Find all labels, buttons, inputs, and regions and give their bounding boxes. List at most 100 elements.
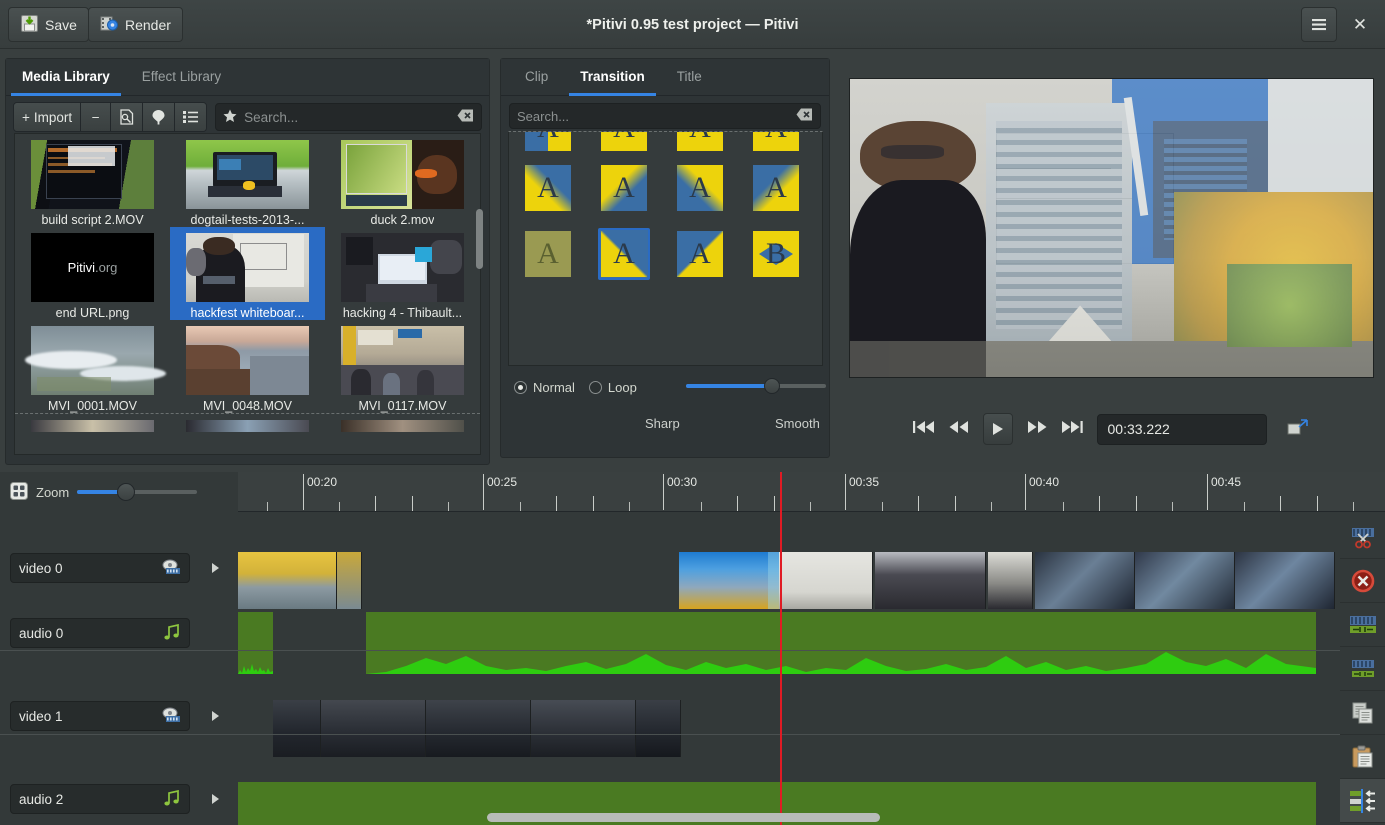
media-item[interactable]: duck 2.mov xyxy=(325,134,480,227)
transition-grid[interactable]: A A A A A A A xyxy=(508,131,823,366)
timeline-clip-video[interactable] xyxy=(779,552,873,609)
transition-row: A A A B xyxy=(509,228,822,280)
delete-clip-tool[interactable] xyxy=(1340,559,1385,603)
transition-item[interactable]: A xyxy=(522,162,574,214)
zoom-slider-thumb[interactable] xyxy=(117,483,135,501)
track-headers: video 0 audio 0 video 1 audio xyxy=(0,512,238,825)
slider-track xyxy=(686,384,826,388)
timeline-clip-audio[interactable] xyxy=(238,612,273,674)
tab-clip[interactable]: Clip xyxy=(509,59,564,96)
save-button[interactable]: Save xyxy=(8,7,89,42)
transition-item[interactable]: A xyxy=(674,228,726,280)
media-item[interactable]: build script 2.MOV xyxy=(15,134,170,227)
rewind-button[interactable] xyxy=(949,420,969,438)
transition-item[interactable]: A xyxy=(750,131,802,154)
remove-clip-button[interactable]: − xyxy=(81,103,111,131)
clear-icon[interactable] xyxy=(796,108,813,124)
transition-search-box[interactable] xyxy=(509,103,821,129)
media-item[interactable]: dogtail-tests-2013-... xyxy=(170,134,325,227)
media-item[interactable]: MVI_0001.MOV xyxy=(15,320,170,413)
transition-item[interactable]: A xyxy=(674,162,726,214)
list-view-button[interactable] xyxy=(175,103,206,131)
timeline-clip-video[interactable] xyxy=(988,552,1033,609)
tab-title[interactable]: Title xyxy=(661,59,718,96)
transition-item[interactable]: A xyxy=(598,162,650,214)
transition-item[interactable]: A xyxy=(598,131,650,154)
timeline-clip-video[interactable] xyxy=(273,700,681,757)
ruler-minor-tick xyxy=(593,496,594,511)
border-slider[interactable] xyxy=(686,384,826,388)
media-thumbnail xyxy=(31,420,154,432)
align-clips-tool[interactable] xyxy=(1340,779,1385,823)
media-row: build script 2.MOV dogtail-tests-2013-..… xyxy=(15,134,480,227)
playhead[interactable] xyxy=(780,472,782,825)
play-button[interactable] xyxy=(983,413,1013,445)
close-window-button[interactable]: ✕ xyxy=(1343,7,1377,42)
ungroup-clips-tool[interactable] xyxy=(1340,647,1385,691)
media-thumbnail xyxy=(31,140,154,209)
media-grid-scrollbar[interactable] xyxy=(476,209,483,269)
track-expander-video-0[interactable] xyxy=(212,563,219,573)
transition-search-input[interactable] xyxy=(517,109,796,124)
track-header-video-1[interactable]: video 1 xyxy=(10,701,190,731)
tab-effect-library[interactable]: Effect Library xyxy=(126,59,237,96)
transition-item-selected[interactable]: A xyxy=(598,228,650,280)
undock-viewer-icon xyxy=(1287,419,1309,435)
skip-to-start-button[interactable] xyxy=(913,420,935,438)
media-search-input[interactable] xyxy=(244,110,450,125)
media-search-box[interactable] xyxy=(215,103,482,131)
split-clip-tool[interactable] xyxy=(1340,515,1385,559)
media-item[interactable] xyxy=(15,414,170,432)
fast-forward-button[interactable] xyxy=(1027,420,1047,438)
media-item[interactable] xyxy=(325,414,480,432)
transition-item[interactable]: A xyxy=(522,228,574,280)
paste-tool[interactable] xyxy=(1340,735,1385,779)
media-item[interactable]: Pitivi.org end URL.png xyxy=(15,227,170,320)
import-button[interactable]: + Import xyxy=(14,103,81,131)
scissors-icon xyxy=(1350,525,1376,549)
media-item[interactable] xyxy=(170,414,325,432)
track-header-audio-0[interactable]: audio 0 xyxy=(10,618,190,648)
clear-icon[interactable] xyxy=(457,109,474,125)
media-item[interactable]: MVI_0117.MOV xyxy=(325,320,480,413)
media-item[interactable]: MVI_0048.MOV xyxy=(170,320,325,413)
transition-item[interactable]: A xyxy=(522,131,574,154)
transition-item[interactable]: A xyxy=(750,162,802,214)
media-item[interactable]: hacking 4 - Thibault... xyxy=(325,227,480,320)
timeline-clip-audio[interactable] xyxy=(366,612,1316,674)
transition-item[interactable]: B xyxy=(750,228,802,280)
zoom-fit-icon[interactable] xyxy=(10,482,28,503)
copy-tool[interactable] xyxy=(1340,691,1385,735)
media-library-toolbar: + Import − xyxy=(6,96,489,138)
tab-transition[interactable]: Transition xyxy=(564,59,661,96)
media-item-selected[interactable]: hackfest whiteboar... xyxy=(170,227,325,320)
title-bar: Save Render *Pitivi 0.95 test project — … xyxy=(0,0,1385,49)
media-item-label: hackfest whiteboar... xyxy=(191,306,305,320)
render-button[interactable]: Render xyxy=(88,7,183,42)
clip-properties-button[interactable] xyxy=(111,103,143,131)
insert-at-playhead-button[interactable] xyxy=(143,103,175,131)
track-expander-video-1[interactable] xyxy=(212,711,219,721)
preview-image[interactable] xyxy=(849,78,1374,378)
loop-radio[interactable] xyxy=(589,381,602,394)
track-header-video-0[interactable]: video 0 xyxy=(10,553,190,583)
group-clips-tool[interactable] xyxy=(1340,603,1385,647)
track-expander-audio-2[interactable] xyxy=(212,794,219,804)
undock-viewer-button[interactable] xyxy=(1287,419,1309,439)
timeline-ruler[interactable]: 00:2000:2500:3000:3500:4000:45 xyxy=(238,472,1385,512)
timecode-field[interactable]: 00:33.222 xyxy=(1097,414,1267,445)
timeline-clip-video[interactable] xyxy=(875,552,986,609)
transition-item[interactable]: A xyxy=(674,131,726,154)
tab-media-library[interactable]: Media Library xyxy=(6,59,126,96)
timeline-horizontal-scrollbar[interactable] xyxy=(487,813,880,822)
media-library-grid[interactable]: build script 2.MOV dogtail-tests-2013-..… xyxy=(14,133,481,455)
zoom-slider[interactable] xyxy=(77,490,197,494)
timeline-clip-video[interactable] xyxy=(1035,552,1335,609)
main-menu-button[interactable] xyxy=(1301,7,1337,42)
track-label: audio 0 xyxy=(19,626,63,641)
timeline-clip-video[interactable] xyxy=(238,552,362,609)
normal-radio[interactable] xyxy=(514,381,527,394)
skip-to-end-button[interactable] xyxy=(1061,420,1083,438)
track-header-audio-2[interactable]: audio 2 xyxy=(10,784,190,814)
timeline-tracks[interactable] xyxy=(238,512,1338,825)
